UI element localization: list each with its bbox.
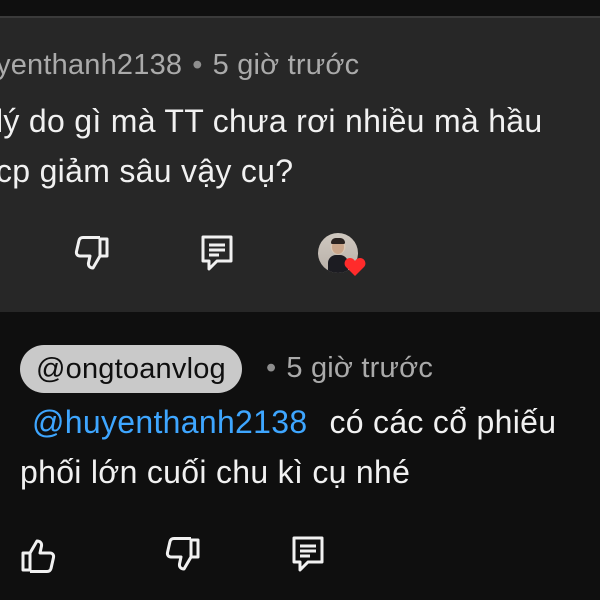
reply-text-line-1: @huyenthanh2138 có các cổ phiếu xyxy=(32,404,556,441)
thumbs-up-icon[interactable] xyxy=(20,537,58,573)
comment-author[interactable]: yenthanh2138 xyxy=(0,49,182,81)
top-divider-strip xyxy=(0,0,600,16)
highlighted-comment: yenthanh2138 • 5 giờ trước lý do gì mà TT … xyxy=(0,0,600,312)
reply-text-line-2: phối lớn cuối chu kì cụ nhé xyxy=(20,454,411,490)
comments-screen: yenthanh2138 • 5 giờ trước lý do gì mà TT … xyxy=(0,0,600,600)
comment-text-line-1: lý do gì mà TT chưa rơi nhiều mà hầu xyxy=(0,103,543,139)
top-divider-line xyxy=(0,16,600,18)
reply-meta: • 5 giờ trước xyxy=(266,352,433,385)
creator-heart-badge[interactable] xyxy=(318,233,366,282)
reply-icon[interactable] xyxy=(200,234,234,272)
comment-text-line-2: cp giảm sâu vậy cụ? xyxy=(0,153,294,189)
heart-icon xyxy=(344,257,366,282)
reply-text-rest: có các cổ phiếu xyxy=(329,404,557,440)
comment-meta: yenthanh2138 • 5 giờ trước xyxy=(0,49,359,82)
meta-separator: • xyxy=(192,49,203,81)
reply-author-chip[interactable]: @ongtoanvlog xyxy=(20,345,242,393)
meta-separator: • xyxy=(266,352,277,384)
thumbs-down-icon[interactable] xyxy=(163,537,201,573)
comment-time: 5 giờ trước xyxy=(212,49,360,81)
reply-time: 5 giờ trước xyxy=(286,352,434,384)
thumbs-down-icon[interactable] xyxy=(72,236,110,272)
mention-link[interactable]: @huyenthanh2138 xyxy=(32,404,307,440)
reply-icon[interactable] xyxy=(291,535,325,573)
